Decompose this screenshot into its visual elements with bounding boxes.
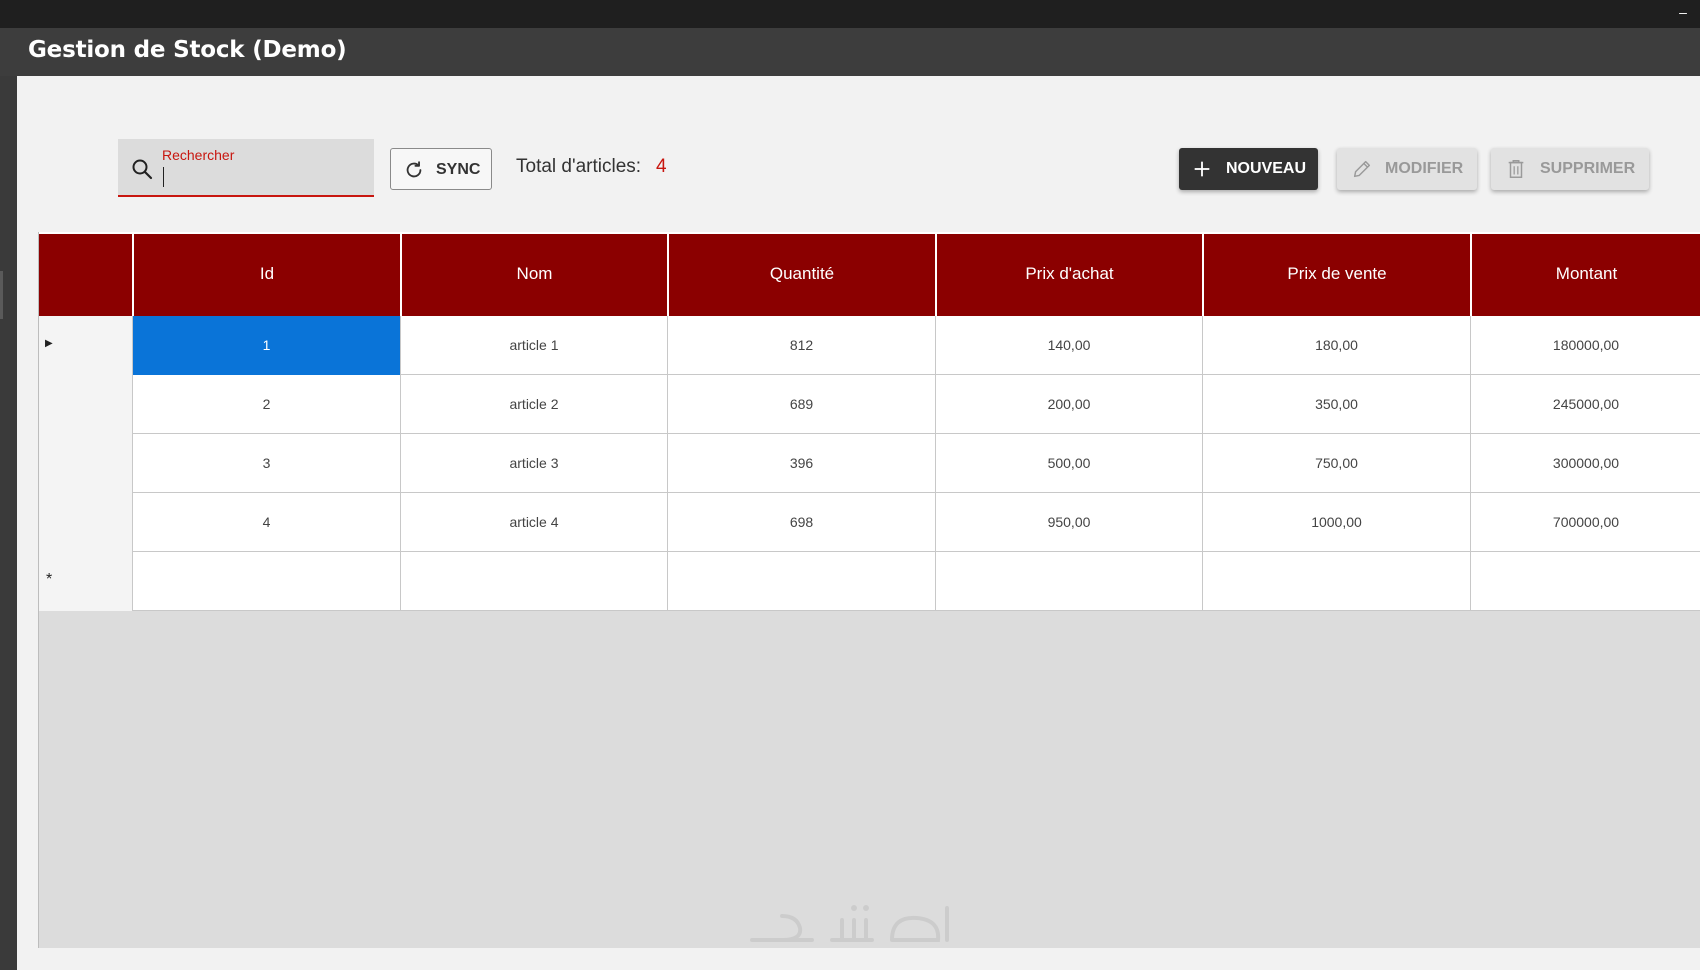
grid-header: Id Nom Quantité Prix d'achat Prix de ven… [39,232,1700,316]
table-row[interactable]: 4 article 4 698 950,00 1000,00 700000,00 [39,493,1700,552]
cell-nom[interactable]: article 4 [400,493,667,552]
new-entry-row[interactable]: * [39,552,1700,611]
system-top-bar: – [0,0,1700,28]
cell-nom[interactable]: article 3 [400,434,667,493]
cell-prix-achat[interactable] [935,552,1202,611]
cell-id[interactable] [132,552,400,611]
cell-quantite[interactable]: 698 [667,493,935,552]
delete-button-label: SUPPRIMER [1540,160,1636,177]
search-input-caret [163,167,164,187]
cell-montant[interactable]: 245000,00 [1470,375,1700,434]
column-header-montant[interactable]: Montant [1470,234,1700,316]
column-header-nom[interactable]: Nom [400,234,667,316]
cell-prix-achat[interactable]: 500,00 [935,434,1202,493]
cell-prix-vente[interactable]: 750,00 [1202,434,1470,493]
new-row-indicator: * [46,571,53,588]
total-articles-label: Total d'articles: [516,156,642,177]
edit-button[interactable]: MODIFIER [1337,148,1477,190]
cell-quantite[interactable]: 689 [667,375,935,434]
watermark-logo [750,905,949,942]
cell-prix-achat[interactable]: 200,00 [935,375,1202,434]
cell-quantite[interactable]: 812 [667,316,935,375]
sync-label: SYNC [436,161,481,178]
search-icon [132,159,153,180]
trash-icon [1508,160,1524,178]
sync-button[interactable]: SYNC [390,148,492,190]
new-button[interactable]: NOUVEAU [1179,148,1318,190]
title-bar: Gestion de Stock (Demo) [0,28,1700,76]
cell-prix-vente[interactable]: 180,00 [1202,316,1470,375]
column-header-prix-vente[interactable]: Prix de vente [1202,234,1470,316]
row-header[interactable]: ▶ [39,316,132,375]
cell-quantite[interactable] [667,552,935,611]
app-title: Gestion de Stock (Demo) [28,37,347,63]
row-header[interactable] [39,493,132,552]
current-row-indicator: ▶ [45,338,53,349]
row-header[interactable] [39,434,132,493]
left-side-rail [0,76,17,970]
total-articles-count: 4 [656,156,667,177]
delete-button[interactable]: SUPPRIMER [1491,148,1649,190]
table-row[interactable]: 2 article 2 689 200,00 350,00 245000,00 [39,375,1700,434]
cell-montant[interactable] [1470,552,1700,611]
cell-nom[interactable] [400,552,667,611]
cell-id[interactable]: 1 [132,316,400,375]
row-header[interactable] [39,375,132,434]
cell-prix-achat[interactable]: 140,00 [935,316,1202,375]
cell-id[interactable]: 2 [132,375,400,434]
search-label: Rechercher [162,147,235,163]
cell-prix-vente[interactable]: 350,00 [1202,375,1470,434]
minimize-button[interactable]: – [1676,2,1690,22]
search-field[interactable]: Rechercher [118,139,374,197]
cell-prix-vente[interactable]: 1000,00 [1202,493,1470,552]
new-button-label: NOUVEAU [1226,160,1307,177]
row-header[interactable]: * [39,552,132,611]
cell-id[interactable]: 4 [132,493,400,552]
plus-icon [1194,161,1210,177]
cell-id[interactable]: 3 [132,434,400,493]
cell-montant[interactable]: 700000,00 [1470,493,1700,552]
cell-nom[interactable]: article 2 [400,375,667,434]
pencil-icon [1353,160,1371,178]
table-row[interactable]: 3 article 3 396 500,00 750,00 300000,00 [39,434,1700,493]
edit-button-label: MODIFIER [1385,160,1464,177]
cell-prix-achat[interactable]: 950,00 [935,493,1202,552]
cell-quantite[interactable]: 396 [667,434,935,493]
column-header-id[interactable]: Id [132,234,400,316]
cell-nom[interactable]: article 1 [400,316,667,375]
column-header-quantite[interactable]: Quantité [667,234,935,316]
cell-montant[interactable]: 300000,00 [1470,434,1700,493]
column-header-prix-achat[interactable]: Prix d'achat [935,234,1202,316]
table-row[interactable]: ▶ 1 article 1 812 140,00 180,00 180000,0… [39,316,1700,375]
rail-handle[interactable] [0,271,3,319]
articles-grid[interactable]: Id Nom Quantité Prix d'achat Prix de ven… [38,232,1700,948]
refresh-icon [406,161,422,178]
cell-prix-vente[interactable] [1202,552,1470,611]
cell-montant[interactable]: 180000,00 [1470,316,1700,375]
